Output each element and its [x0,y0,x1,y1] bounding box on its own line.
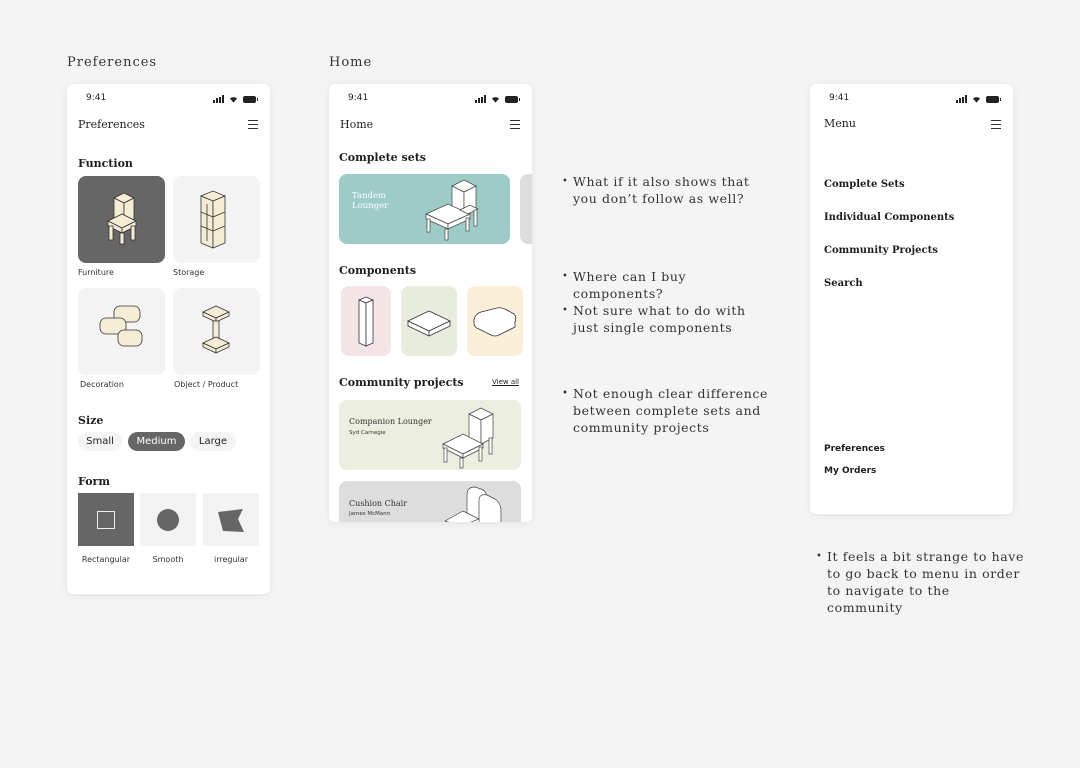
set-card-next[interactable] [520,174,532,244]
function-label-decoration: Decoration [80,380,124,389]
set-card-title-line2: Lounger [352,201,389,211]
preferences-screen: 9:41 Preferences Function Furniture Stor… [67,84,270,594]
function-label-object-product: Object / Product [174,380,239,389]
status-time: 9:41 [86,93,107,103]
project-author: James McMann [349,511,391,517]
function-tile-object-product[interactable] [173,288,260,375]
form-heading: Form [78,475,110,488]
note-group-4: It feels a bit strange to have to go bac… [816,548,1024,616]
function-tile-decoration[interactable] [78,288,165,375]
project-card-cushion-chair[interactable]: Cushion Chair James McMann [339,481,521,522]
form-label-irregular: irregular [214,555,248,564]
size-option-small[interactable]: Small [78,432,122,451]
status-time: 9:41 [348,93,369,103]
community-projects-heading: Community projects [339,376,464,389]
menu-item-search[interactable]: Search [824,278,863,289]
status-bar: 9:41 [810,93,1013,107]
companion-lounger-icon [442,407,494,469]
wifi-icon [972,97,981,103]
signal-icon [956,95,967,103]
hamburger-menu-icon[interactable] [510,120,520,129]
battery-icon [505,96,520,103]
size-option-large[interactable]: Large [190,432,236,451]
page-title: Menu [824,117,856,130]
note-group-3: Not enough clear difference between comp… [562,385,768,436]
set-card-title-line1: Tandem [352,191,387,201]
note-item: What if it also shows that you don’t fol… [562,173,750,207]
beam-icon [357,296,375,347]
component-card-panel[interactable] [401,286,457,356]
home-frame-label: Home [329,55,373,70]
form-label-smooth: Smooth [152,555,184,564]
battery-icon [243,96,258,103]
view-all-link[interactable]: View all [492,378,519,386]
circle-icon [157,509,179,531]
wifi-icon [229,97,238,103]
panel-icon [407,310,451,337]
status-bar: 9:41 [329,93,532,107]
project-card-companion-lounger[interactable]: Companion Lounger Syd Carnegie [339,400,521,470]
lounger-illustration-icon [425,179,479,241]
function-label-furniture: Furniture [78,268,114,277]
form-option-irregular[interactable] [203,493,259,546]
menu-item-individual-components[interactable]: Individual Components [824,212,954,223]
menu-item-preferences[interactable]: Preferences [824,444,885,454]
form-option-rectangular[interactable] [78,493,134,546]
status-time: 9:41 [829,93,850,103]
menu-item-my-orders[interactable]: My Orders [824,466,876,476]
page-title: Preferences [78,118,145,131]
signal-icon [213,95,224,103]
set-card-tandem-lounger[interactable]: Tandem Lounger [339,174,510,244]
hamburger-menu-icon[interactable] [991,120,1001,129]
menu-screen: 9:41 Menu Complete Sets Individual Compo… [810,84,1013,514]
hamburger-menu-icon[interactable] [248,120,258,129]
size-option-medium[interactable]: Medium [128,432,185,451]
size-heading: Size [78,414,104,427]
battery-icon [986,96,1001,103]
note-item: Not enough clear difference between comp… [562,385,768,436]
preferences-frame-label: Preferences [67,55,158,70]
square-icon [97,511,115,529]
status-bar: 9:41 [67,93,270,107]
form-option-smooth[interactable] [140,493,196,546]
menu-item-complete-sets[interactable]: Complete Sets [824,179,905,190]
page-title: Home [340,118,374,131]
cushion-icon [473,307,517,337]
function-heading: Function [78,157,133,170]
project-title: Cushion Chair [349,499,408,508]
project-title: Companion Lounger [349,417,432,426]
function-label-storage: Storage [173,268,205,277]
project-author: Syd Carnegie [349,430,386,436]
irregular-shape-icon [218,509,244,532]
form-label-rectangular: Rectangular [81,555,131,564]
function-tile-storage[interactable] [173,176,260,263]
object-product-icon [202,305,230,354]
note-item: It feels a bit strange to have to go bac… [816,548,1024,616]
component-card-beam[interactable] [341,286,391,356]
storage-icon [199,190,227,249]
component-card-cushion[interactable] [467,286,523,356]
note-item: Where can I buy components? [562,268,746,302]
signal-icon [475,95,486,103]
note-group-2: Where can I buy components? Not sure wha… [562,268,746,336]
cushion-chair-icon [444,486,502,522]
chair-icon [107,192,137,245]
note-item: Not sure what to do with just single com… [562,302,746,336]
components-heading: Components [339,264,417,277]
wifi-icon [491,97,500,103]
menu-item-community-projects[interactable]: Community Projects [824,245,938,256]
home-screen: 9:41 Home Complete sets Tandem Lounger C… [329,84,532,522]
decoration-icon [99,305,143,347]
function-tile-furniture[interactable] [78,176,165,263]
complete-sets-heading: Complete sets [339,151,426,164]
note-group-1: What if it also shows that you don’t fol… [562,173,750,207]
